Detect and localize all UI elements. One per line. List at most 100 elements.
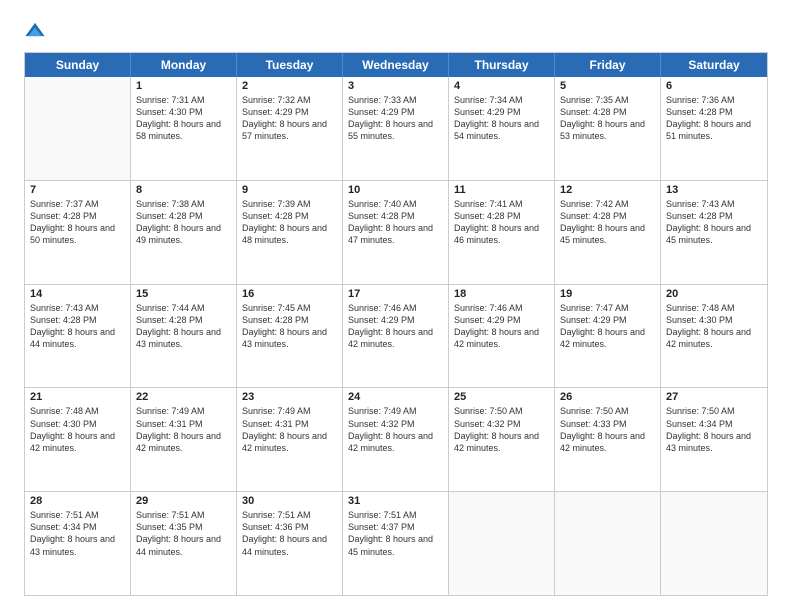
day-info: Sunrise: 7:51 AMSunset: 4:37 PMDaylight:…	[348, 509, 443, 558]
day-cell-9: 9Sunrise: 7:39 AMSunset: 4:28 PMDaylight…	[237, 181, 343, 284]
sunrise-label: Sunrise: 7:32 AM	[242, 95, 311, 105]
daylight-label: Daylight: 8 hours and 43 minutes.	[136, 327, 221, 349]
daylight-label: Daylight: 8 hours and 55 minutes.	[348, 119, 433, 141]
day-cell-14: 14Sunrise: 7:43 AMSunset: 4:28 PMDayligh…	[25, 285, 131, 388]
sunrise-label: Sunrise: 7:49 AM	[242, 406, 311, 416]
daylight-label: Daylight: 8 hours and 50 minutes.	[30, 223, 115, 245]
daylight-label: Daylight: 8 hours and 43 minutes.	[242, 327, 327, 349]
day-cell-26: 26 Sunrise: 7:50 AMSunset: 4:33 PMDayligh…	[555, 388, 661, 491]
sunset-label: Sunset: 4:31 PM	[242, 419, 309, 429]
page: SundayMondayTuesdayWednesdayThursdayFrid…	[0, 0, 792, 612]
daylight-label: Daylight: 8 hours and 44 minutes.	[30, 327, 115, 349]
day-info: Sunrise: 7:51 AMSunset: 4:36 PMDaylight:…	[242, 509, 337, 558]
day-info: Sunrise: 7:33 AMSunset: 4:29 PMDaylight:…	[348, 94, 443, 143]
day-cell-empty	[25, 77, 131, 180]
sunrise-label: Sunrise: 7:51 AM	[242, 510, 311, 520]
sunset-label: Sunset: 4:30 PM	[136, 107, 203, 117]
day-cell-1: 1Sunrise: 7:31 AMSunset: 4:30 PMDaylight…	[131, 77, 237, 180]
day-info: Sunrise: 7:51 AMSunset: 4:35 PMDaylight:…	[136, 509, 231, 558]
day-cell-8: 8Sunrise: 7:38 AMSunset: 4:28 PMDaylight…	[131, 181, 237, 284]
day-number: 1	[136, 80, 231, 92]
sunset-label: Sunset: 4:28 PM	[242, 211, 309, 221]
day-info: Sunrise: 7:34 AM Sunset: 4:29 PM Daylight:…	[454, 94, 549, 143]
day-cell-29: 29Sunrise: 7:51 AMSunset: 4:35 PMDayligh…	[131, 492, 237, 595]
day-cell-25: 25Sunrise: 7:50 AMSunset: 4:32 PMDayligh…	[449, 388, 555, 491]
sunrise-label: Sunrise: 7:34 AM	[454, 95, 523, 105]
calendar: SundayMondayTuesdayWednesdayThursdayFrid…	[24, 52, 768, 596]
day-cell-17: 17 Sunrise: 7:46 AMSunset: 4:29 PMDayligh…	[343, 285, 449, 388]
daylight-label: Daylight: 8 hours and 44 minutes.	[242, 534, 327, 556]
header-day-sunday: Sunday	[25, 53, 131, 77]
day-info: Sunrise: 7:46 AMSunset: 4:29 PMDaylight:…	[454, 302, 549, 351]
day-number: 22	[136, 391, 231, 403]
daylight-label: Daylight: 8 hours and 57 minutes.	[242, 119, 327, 141]
day-cell-23: 23Sunrise: 7:49 AMSunset: 4:31 PMDayligh…	[237, 388, 343, 491]
day-cell-28: 28Sunrise: 7:51 AMSunset: 4:34 PMDayligh…	[25, 492, 131, 595]
daylight-label: Daylight: 8 hours and 47 minutes.	[348, 223, 433, 245]
daylight-label: Daylight: 8 hours and 49 minutes.	[136, 223, 221, 245]
daylight-label: Daylight: 8 hours and 42 minutes.	[348, 327, 433, 349]
daylight-label: Daylight: 8 hours and 44 minutes.	[136, 534, 221, 556]
sunrise-label: Sunrise: 7:45 AM	[242, 303, 311, 313]
sunset-label: Sunset: 4:34 PM	[30, 522, 97, 532]
daylight-label: Daylight: 8 hours and 48 minutes.	[242, 223, 327, 245]
daylight-label: Daylight: 8 hours and 45 minutes.	[666, 223, 751, 245]
day-info: Sunrise: 7:44 AMSunset: 4:28 PMDaylight:…	[136, 302, 231, 351]
daylight-label: Daylight: 8 hours and 51 minutes.	[666, 119, 751, 141]
day-info: Sunrise: 7:42 AMSunset: 4:28 PMDaylight:…	[560, 198, 655, 247]
day-cell-18: 18Sunrise: 7:46 AMSunset: 4:29 PMDayligh…	[449, 285, 555, 388]
sunrise-label: Sunrise: 7:41 AM	[454, 199, 523, 209]
calendar-row-3: 21Sunrise: 7:48 AMSunset: 4:30 PMDayligh…	[25, 387, 767, 491]
daylight-label: Daylight: 8 hours and 42 minutes.	[136, 431, 221, 453]
daylight-label: Daylight: 8 hours and 54 minutes.	[454, 119, 539, 141]
header-day-tuesday: Tuesday	[237, 53, 343, 77]
sunrise-label: Sunrise: 7:37 AM	[30, 199, 99, 209]
day-cell-11: 11 Sunrise: 7:41 AMSunset: 4:28 PMDayligh…	[449, 181, 555, 284]
day-number: 13	[666, 184, 762, 196]
day-number: 17	[348, 288, 443, 300]
sunrise-label: Sunrise: 7:39 AM	[242, 199, 311, 209]
day-cell-2: 2Sunrise: 7:32 AMSunset: 4:29 PMDaylight…	[237, 77, 343, 180]
day-number: 16	[242, 288, 337, 300]
day-number: 27	[666, 391, 762, 403]
daylight-label: Daylight: 8 hours and 43 minutes.	[666, 431, 751, 453]
sunrise-label: Sunrise: 7:35 AM	[560, 95, 629, 105]
sunrise-label: Sunrise: 7:43 AM	[666, 199, 735, 209]
sunrise-label: Sunrise: 7:50 AM	[454, 406, 523, 416]
logo-icon	[24, 20, 46, 42]
day-cell-27: 27 Sunrise: 7:50 AMSunset: 4:34 PMDayligh…	[661, 388, 767, 491]
sunrise-label: Sunrise: 7:47 AM	[560, 303, 629, 313]
sunrise-label: Sunrise: 7:50 AM	[666, 406, 735, 416]
day-info: Sunrise: 7:45 AMSunset: 4:28 PMDaylight:…	[242, 302, 337, 351]
sunset-label: Sunset: 4:31 PM	[136, 419, 203, 429]
daylight-label: Daylight: 8 hours and 42 minutes.	[348, 431, 433, 453]
sunrise-label: Sunrise: 7:51 AM	[136, 510, 205, 520]
sunrise-label: Sunrise: 7:51 AM	[30, 510, 99, 520]
sunset-label: Sunset: 4:32 PM	[348, 419, 415, 429]
day-number: 10	[348, 184, 443, 196]
day-number: 30	[242, 495, 337, 507]
day-cell-empty	[555, 492, 661, 595]
day-cell-21: 21Sunrise: 7:48 AMSunset: 4:30 PMDayligh…	[25, 388, 131, 491]
day-cell-20: 20Sunrise: 7:48 AMSunset: 4:30 PMDayligh…	[661, 285, 767, 388]
day-info: Sunrise: 7:50 AMSunset: 4:33 PMDaylight:…	[560, 405, 655, 454]
day-info: Sunrise: 7:49 AMSunset: 4:32 PMDaylight:…	[348, 405, 443, 454]
header-day-monday: Monday	[131, 53, 237, 77]
day-info: Sunrise: 7:41 AMSunset: 4:28 PMDaylight:…	[454, 198, 549, 247]
sunrise-label: Sunrise: 7:48 AM	[666, 303, 735, 313]
sunset-label: Sunset: 4:28 PM	[666, 107, 733, 117]
daylight-label: Daylight: 8 hours and 42 minutes.	[242, 431, 327, 453]
day-info: Sunrise: 7:46 AMSunset: 4:29 PMDaylight:…	[348, 302, 443, 351]
daylight-label: Daylight: 8 hours and 42 minutes.	[666, 327, 751, 349]
day-info: Sunrise: 7:48 AMSunset: 4:30 PMDaylight:…	[666, 302, 762, 351]
daylight-label: Daylight: 8 hours and 42 minutes.	[30, 431, 115, 453]
sunrise-label: Sunrise: 7:36 AM	[666, 95, 735, 105]
day-info: Sunrise: 7:50 AMSunset: 4:34 PMDaylight:…	[666, 405, 762, 454]
sunset-label: Sunset: 4:29 PM	[560, 315, 627, 325]
sunset-label: Sunset: 4:29 PM	[454, 107, 521, 117]
daylight-label: Daylight: 8 hours and 46 minutes.	[454, 223, 539, 245]
day-number: 26	[560, 391, 655, 403]
day-number: 11	[454, 184, 549, 196]
sunrise-label: Sunrise: 7:31 AM	[136, 95, 205, 105]
sunset-label: Sunset: 4:28 PM	[560, 107, 627, 117]
